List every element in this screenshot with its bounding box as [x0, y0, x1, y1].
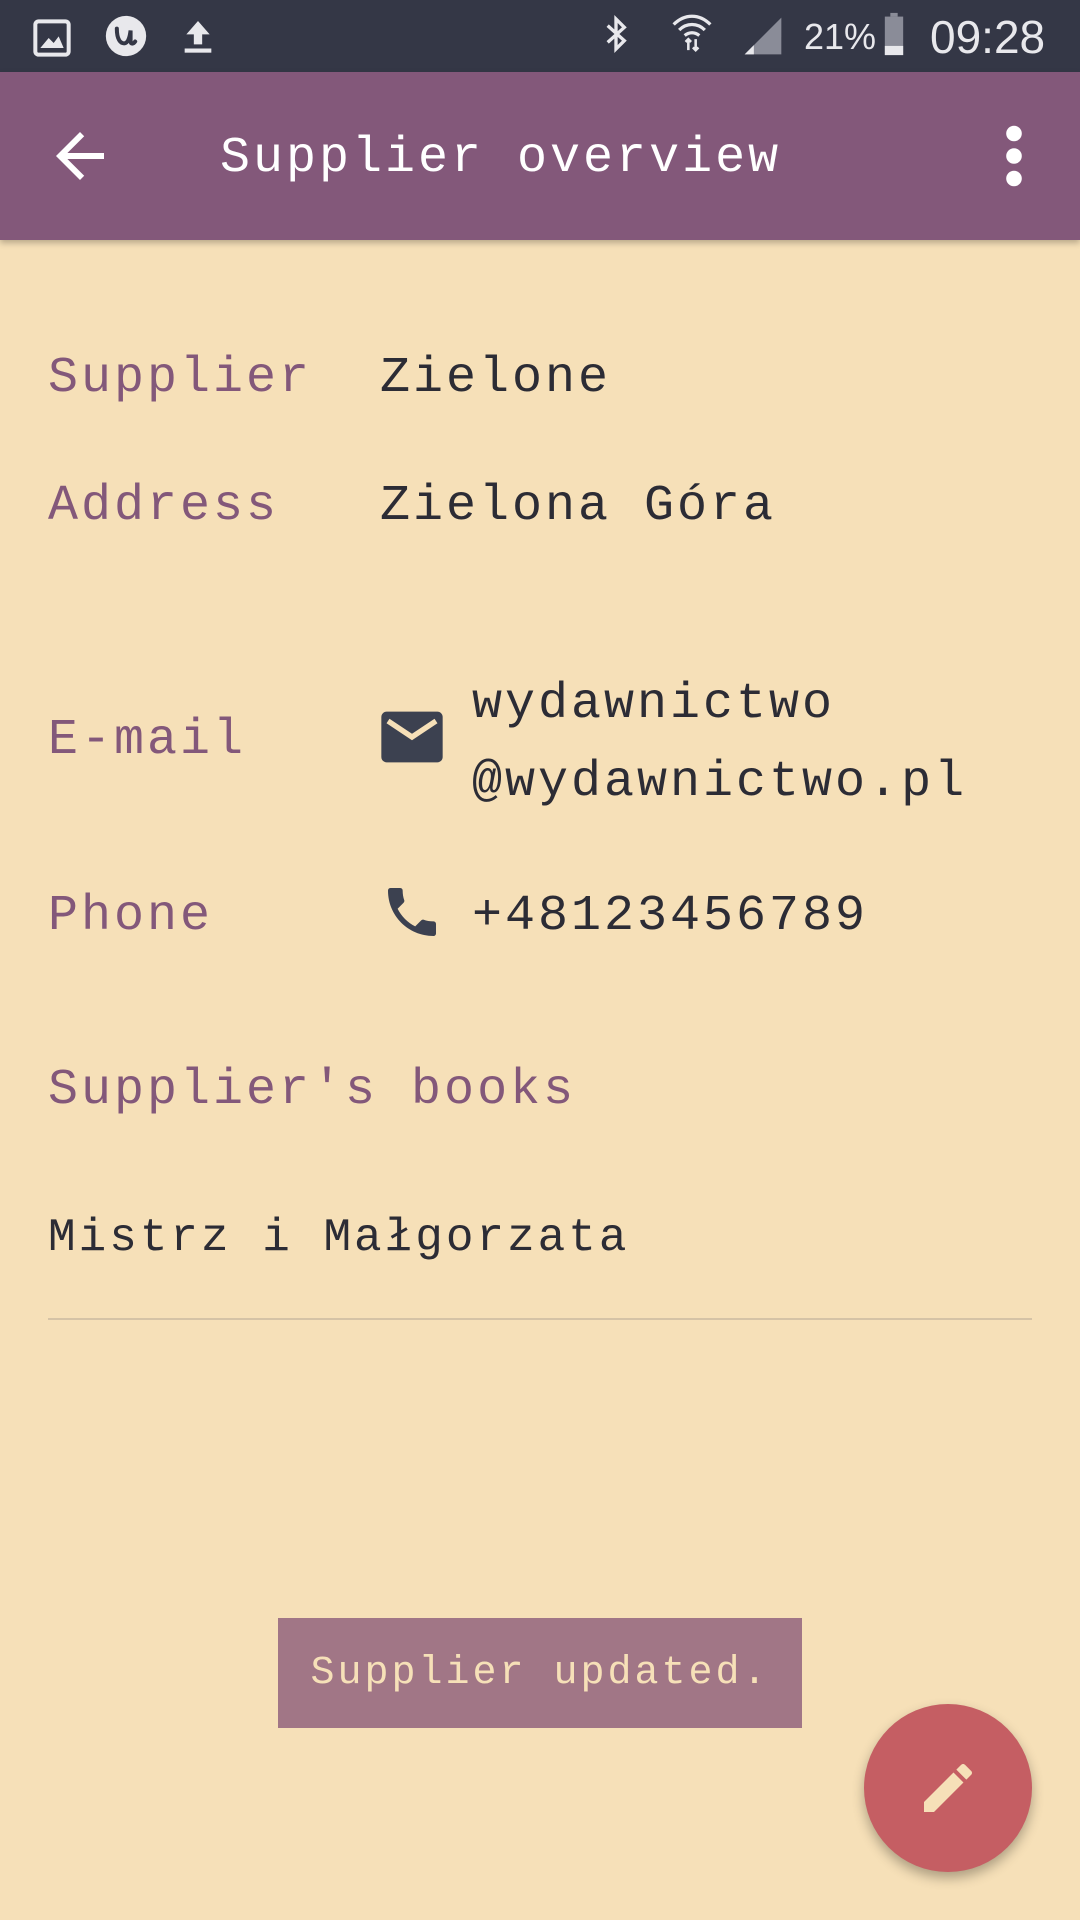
status-bar: 21% 09:28: [0, 0, 1080, 72]
edit-fab-button[interactable]: [864, 1704, 1032, 1872]
supplier-name-value: Zielone: [380, 350, 612, 407]
phone-icon[interactable]: [380, 880, 444, 944]
battery-percentage: 21%: [804, 16, 877, 57]
u-app-icon: [105, 15, 147, 57]
bluetooth-icon: [606, 14, 627, 54]
status-time: 09:28: [930, 11, 1046, 63]
edit-icon: [924, 1764, 972, 1812]
page-title: Supplier overview: [220, 130, 782, 187]
email-value-line1[interactable]: wydawnictwo: [472, 676, 835, 733]
wifi-icon: [672, 14, 712, 52]
signal-icon: [744, 17, 782, 55]
phone-value[interactable]: +48123456789: [472, 888, 868, 945]
gallery-icon: [33, 19, 71, 57]
phone-label: Phone: [48, 888, 214, 945]
upload-icon: [184, 21, 212, 53]
email-icon[interactable]: [380, 710, 444, 764]
address-value: Zielona Góra: [380, 478, 777, 535]
book-list-item[interactable]: Mistrz i Małgorzata: [48, 1212, 630, 1264]
supplier-label: Supplier: [48, 350, 313, 407]
snackbar: Supplier updated.: [278, 1618, 802, 1728]
address-label: Address: [48, 478, 280, 535]
overflow-menu-button[interactable]: [984, 120, 1044, 192]
snackbar-message: Supplier updated.: [310, 1650, 770, 1696]
battery-icon: [884, 12, 904, 56]
back-button[interactable]: [44, 120, 116, 192]
books-section-header: Supplier's books: [48, 1062, 577, 1119]
app-bar: Supplier overview: [0, 72, 1080, 240]
more-vert-icon: [1006, 125, 1022, 187]
list-divider: [48, 1318, 1032, 1320]
email-value-line2[interactable]: @wydawnictwo.pl: [472, 754, 967, 811]
email-label: E-mail: [48, 712, 247, 769]
arrow-back-icon: [56, 132, 104, 180]
